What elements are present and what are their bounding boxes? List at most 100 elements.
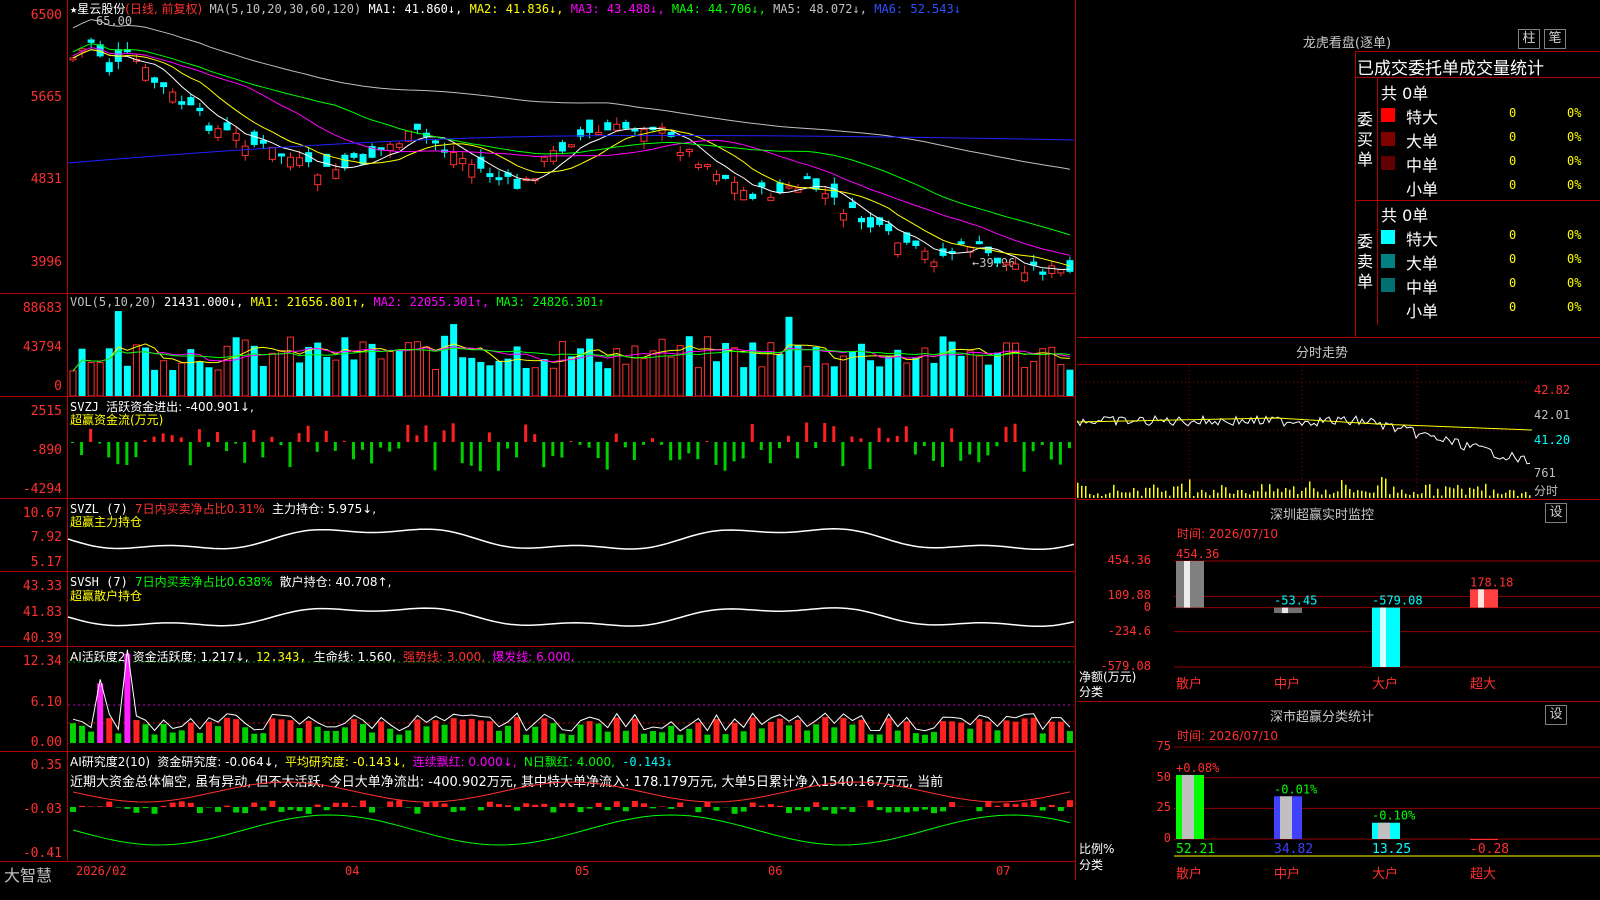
intraday-axis-label: 42.01 xyxy=(1534,408,1571,422)
intraday-volume-bar xyxy=(1457,484,1459,498)
activity-bar xyxy=(686,728,693,743)
volume-chart[interactable] xyxy=(68,310,1074,396)
intraday-volume-bar xyxy=(1101,495,1103,498)
flow-bar xyxy=(1058,442,1062,465)
flow-bar xyxy=(660,442,664,445)
intraday-volume-bar xyxy=(1489,495,1491,498)
sz-monitor-settings-button[interactable]: 设 xyxy=(1545,503,1567,523)
intraday-volume-bar xyxy=(1125,492,1127,498)
price-axis-label: 5665 xyxy=(30,90,62,105)
bar-axis-label: 0 xyxy=(1143,599,1151,614)
activity-bar xyxy=(831,727,838,743)
sz-class-settings-button[interactable]: 设 xyxy=(1545,705,1567,725)
candle-body xyxy=(432,140,440,144)
bar-highlight xyxy=(1280,796,1292,839)
activity-bar xyxy=(967,728,974,743)
flow-bar xyxy=(496,442,500,471)
intraday-volume-bar xyxy=(1289,489,1291,498)
research-bar xyxy=(486,801,493,807)
intraday-volume-bar xyxy=(1221,485,1223,498)
research-bar xyxy=(595,802,602,807)
intraday-volume-bar xyxy=(1261,484,1263,498)
activity-bar xyxy=(523,734,530,743)
activity-bar xyxy=(930,731,937,743)
svzl-chart[interactable] xyxy=(68,499,1074,570)
volume-bar xyxy=(268,352,276,396)
candle-body xyxy=(894,242,902,255)
candle-body xyxy=(187,97,195,106)
research-bar xyxy=(106,801,113,807)
sz-monitor-chart[interactable]: 454.36 散户 -53.45 中户 -579.08 大户 178.18 超大 xyxy=(1174,540,1600,690)
price-axis-label: 4831 xyxy=(30,172,62,187)
flow-bar xyxy=(687,442,691,454)
sell-side-label: 委卖单 xyxy=(1357,232,1374,291)
volume-bar xyxy=(758,366,766,396)
candle-body xyxy=(196,107,204,112)
svsh-chart[interactable] xyxy=(68,572,1074,645)
svzj-chart[interactable] xyxy=(68,397,1074,497)
dragon-title: 龙虎看盘(逐单) xyxy=(1302,36,1392,51)
flow-bar xyxy=(823,423,827,442)
activity-bar xyxy=(396,734,403,743)
intraday-volume-bar xyxy=(1205,492,1207,498)
ai-activity-chart[interactable] xyxy=(68,647,1074,750)
sell-row-count: 0 xyxy=(1509,228,1517,242)
activity-bar xyxy=(360,724,367,743)
flow-bar xyxy=(832,426,836,442)
intraday-volume-bar xyxy=(1237,490,1239,498)
research-bar xyxy=(1066,800,1073,807)
activity-bar xyxy=(949,721,956,743)
research-bar xyxy=(269,800,276,807)
intraday-volume-bar xyxy=(1317,491,1319,498)
tick-view-button[interactable]: 笔 xyxy=(1544,29,1566,49)
candle-body xyxy=(1039,271,1047,275)
volume-bar xyxy=(69,370,77,396)
candle-body xyxy=(577,129,585,137)
flow-bar xyxy=(397,442,401,449)
sz-class-chart[interactable]: +0.08% 52.21 散户 -0.01% 34.82 中户 -0.10% 13.25 大户 -… xyxy=(1174,742,1600,892)
activity-bar xyxy=(994,730,1001,743)
intraday-volume-bar xyxy=(1157,487,1159,498)
activity-bar xyxy=(142,724,149,743)
intraday-volume-bar xyxy=(1269,484,1271,498)
buy-row-percent: 0% xyxy=(1567,178,1582,192)
volume-bar xyxy=(386,350,394,396)
intraday-volume-bar xyxy=(1465,494,1467,498)
activity-bar xyxy=(659,732,666,743)
brand-label[interactable]: 大智慧 xyxy=(4,862,52,886)
candle-body xyxy=(268,146,276,160)
research-bar xyxy=(224,805,231,807)
volume-bar xyxy=(966,350,974,396)
research-bar xyxy=(713,807,720,811)
activity-bar xyxy=(88,731,95,743)
volume-bar xyxy=(441,335,449,396)
research-bar xyxy=(613,801,620,807)
bar-view-button[interactable]: 柱 xyxy=(1518,29,1540,49)
activity-bar xyxy=(196,732,203,743)
intraday-volume-bar xyxy=(1517,495,1519,498)
vol-axis-label: 43794 xyxy=(22,340,62,355)
intraday-chart[interactable] xyxy=(1077,366,1532,498)
intraday-volume-bar xyxy=(1297,494,1299,498)
sell-row-swatch xyxy=(1381,278,1395,292)
research-bar xyxy=(341,802,348,807)
activity-bar xyxy=(187,722,194,743)
ma4-value: MA4: 44.706↓, xyxy=(671,2,766,16)
activity-bar xyxy=(622,730,629,743)
ai-research-chart[interactable] xyxy=(68,752,1074,860)
flow-bar xyxy=(342,440,346,442)
date-tick: 06 xyxy=(768,864,783,878)
price-chart[interactable] xyxy=(68,18,1074,292)
intraday-axis-label: 41.20 xyxy=(1534,433,1571,447)
dragon-bottom-rule xyxy=(1077,337,1600,338)
intraday-volume-bar xyxy=(1081,485,1083,498)
research-bar xyxy=(668,807,675,809)
activity-bar xyxy=(731,722,738,743)
chart-area[interactable]: 6500 5665 4831 3996 ★星云股份(日线, 前复权) MA(5,… xyxy=(0,0,1076,885)
intraday-volume-bar xyxy=(1321,494,1323,498)
intraday-volume-bar xyxy=(1093,495,1095,498)
research-bar xyxy=(1003,803,1010,807)
candle-body xyxy=(341,154,349,168)
research-bar xyxy=(1021,802,1028,807)
intraday-volume-bar xyxy=(1461,488,1463,498)
